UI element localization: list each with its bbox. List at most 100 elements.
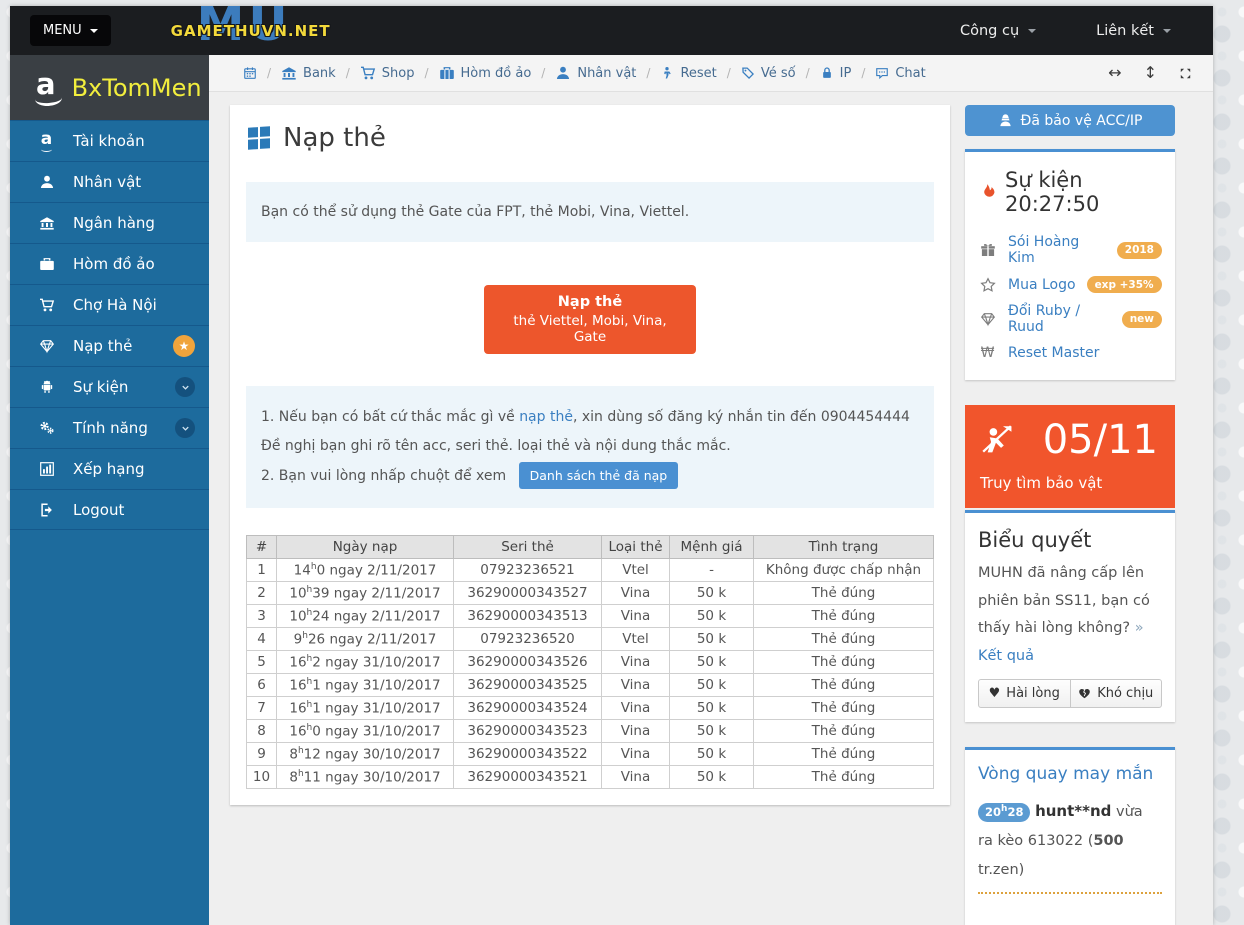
instructions-box: 1. Nếu bạn có bất cứ thắc mắc gì về nạp …: [246, 386, 934, 508]
cart-icon: [37, 297, 56, 313]
cell-status: Thẻ đúng: [754, 582, 934, 605]
breadcrumb-separator: /: [806, 66, 810, 80]
user-icon: [37, 174, 56, 190]
sidebar-item-su-kien[interactable]: Sự kiện: [10, 366, 209, 407]
tools-dropdown-label: Công cụ: [960, 23, 1019, 39]
breadcrumb-label: Vé số: [761, 66, 796, 81]
fullscreen-control[interactable]: [1168, 67, 1203, 80]
cell-date: 16h2 ngay 31/10/2017: [277, 651, 454, 674]
instruction-line-3: 2. Bạn vui lòng nhấp chuột để xem Danh s…: [261, 462, 919, 491]
sidebar-item-nhan-vat[interactable]: Nhân vật: [10, 161, 209, 202]
breadcrumb-reset[interactable]: Reset: [660, 66, 716, 81]
cell-value: -: [670, 559, 754, 582]
breadcrumb-label: IP: [840, 66, 852, 81]
hunter-icon: [980, 423, 1014, 457]
lucky-amount: 500: [1093, 833, 1123, 849]
links-dropdown-label: Liên kết: [1096, 23, 1154, 39]
sidebar-item-cho-ha-noi[interactable]: Chợ Hà Nội: [10, 284, 209, 325]
recharge-button[interactable]: Nạp thẻ thẻ Viettel, Mobi, Vina, Gate: [484, 285, 696, 354]
sidebar-item-tai-khoan[interactable]: aTài khoản: [10, 120, 209, 161]
breadcrumb-bank[interactable]: Bank: [281, 65, 336, 81]
page-title: Nạp thẻ: [246, 119, 934, 153]
amazon-icon: a: [37, 133, 56, 150]
breadcrumb-chat[interactable]: Chat: [875, 66, 925, 81]
breadcrumb-label: Chat: [895, 66, 925, 81]
cell-num: 5: [247, 651, 277, 674]
breadcrumb-nhan-vat[interactable]: Nhân vật: [555, 65, 636, 81]
cell-value: 50 k: [670, 582, 754, 605]
table-column-header: Tình trạng: [754, 536, 934, 559]
breadcrumb-hom-do-ao[interactable]: Hòm đồ ảo: [439, 65, 532, 81]
cell-seri: 36290000343525: [454, 674, 602, 697]
left-sidebar: a BxTomMen aTài khoảnNhân vậtNgân hàng Hò…: [10, 55, 209, 925]
table-row: 816h0 ngay 31/10/201736290000343523Vina5…: [247, 720, 934, 743]
poll-buttons: ♥Hài lòngKhó chịu: [978, 679, 1162, 708]
event-item-doi-ruby-ruud[interactable]: Đổi Ruby / Ruudnew: [978, 298, 1162, 340]
poll-button-kho-chiu[interactable]: Khó chịu: [1070, 679, 1163, 708]
right-sidebar: Đã bảo vệ ACC/IP Sự kiện 20:27:50 Sói Ho…: [965, 105, 1175, 925]
resize-vertical-control[interactable]: ↕: [1133, 65, 1168, 81]
treasure-hunt-banner[interactable]: 05/11 Truy tìm bảo vật: [965, 405, 1175, 508]
event-item-label: Đổi Ruby / Ruud: [1008, 303, 1111, 335]
poll-button-hai-long[interactable]: ♥Hài lòng: [978, 679, 1071, 708]
breadcrumb-separator: /: [727, 66, 731, 80]
caret-down-icon: [90, 29, 98, 37]
table-row: 210h39 ngay 2/11/201736290000343527Vina5…: [247, 582, 934, 605]
sidebar-item-ngan-hang[interactable]: Ngân hàng: [10, 202, 209, 243]
tools-dropdown[interactable]: Công cụ: [960, 23, 1036, 39]
recharge-link[interactable]: nạp thẻ: [519, 409, 573, 425]
card-list-button[interactable]: Danh sách thẻ đã nạp: [519, 462, 679, 489]
sidebar-item-label: Hòm đồ ảo: [73, 255, 155, 273]
event-item-mua-logo[interactable]: Mua Logoexp +35%: [978, 271, 1162, 298]
menu-button[interactable]: MENU: [30, 15, 111, 46]
event-badge: 2018: [1117, 242, 1162, 259]
sidebar-item-xep-hang[interactable]: Xếp hạng: [10, 448, 209, 489]
caret-down-icon: [1028, 29, 1036, 37]
sidebar-user-header[interactable]: a BxTomMen: [10, 55, 209, 120]
cell-status: Thẻ đúng: [754, 628, 934, 651]
poll-title: Biểu quyết: [978, 528, 1162, 552]
sidebar-item-logout[interactable]: Logout: [10, 489, 209, 530]
gem-icon: [978, 311, 997, 327]
breadcrumb-ve-so[interactable]: Vé số: [741, 66, 796, 81]
lucky-wheel-title[interactable]: Vòng quay may mắn: [978, 764, 1162, 784]
cell-type: Vtel: [602, 559, 670, 582]
breadcrumb-shop[interactable]: Shop: [360, 65, 415, 81]
cell-type: Vina: [602, 743, 670, 766]
cell-seri: 36290000343521: [454, 766, 602, 789]
event-item-soi-hoang-kim[interactable]: Sói Hoàng Kim2018: [978, 229, 1162, 271]
event-item-label: Reset Master: [1008, 345, 1099, 361]
cell-value: 50 k: [670, 605, 754, 628]
menu-button-label: MENU: [43, 23, 82, 38]
cell-num: 8: [247, 720, 277, 743]
cell-type: Vina: [602, 651, 670, 674]
sidebar-item-tinh-nang[interactable]: Tính năng: [10, 407, 209, 448]
cell-type: Vina: [602, 720, 670, 743]
arrows-h-icon: ↔: [1108, 65, 1121, 81]
table-row: 114h0 ngay 2/11/201707923236521Vtel-Khôn…: [247, 559, 934, 582]
table-row: 49h26 ngay 2/11/201707923236520Vtel50 kT…: [247, 628, 934, 651]
table-header-row: #Ngày nạpSeri thẻLoại thẻMệnh giáTình tr…: [247, 536, 934, 559]
cell-type: Vtel: [602, 628, 670, 651]
gift-icon: [978, 242, 997, 258]
cell-num: 3: [247, 605, 277, 628]
content-area: Nạp thẻ Bạn có thể sử dụng thẻ Gate của …: [209, 92, 1213, 925]
cell-type: Vina: [602, 766, 670, 789]
table-row: 98h12 ngay 30/10/201736290000343522Vina5…: [247, 743, 934, 766]
links-dropdown[interactable]: Liên kết: [1096, 23, 1171, 39]
cell-date: 16h1 ngay 31/10/2017: [277, 674, 454, 697]
sidebar-item-nap-the[interactable]: Nạp thẻ★: [10, 325, 209, 366]
event-item-reset-master[interactable]: ₩Reset Master: [978, 340, 1162, 366]
events-list: Sói Hoàng Kim2018Mua Logoexp +35%Đổi Rub…: [978, 229, 1162, 366]
breadcrumb-home[interactable]: [243, 66, 257, 80]
acc-ip-protected-button[interactable]: Đã bảo vệ ACC/IP: [965, 105, 1175, 136]
sidebar-item-hom-do-ao[interactable]: Hòm đồ ảo: [10, 243, 209, 284]
resize-horizontal-control[interactable]: ↔: [1097, 65, 1132, 81]
poll-results-link[interactable]: Kết quả: [978, 648, 1034, 664]
breadcrumb-ip[interactable]: IP: [820, 66, 852, 81]
site-logo[interactable]: MU GAMETHUVN.NET: [169, 6, 344, 55]
calendar-icon: [243, 66, 257, 80]
cell-num: 1: [247, 559, 277, 582]
table-row: 616h1 ngay 31/10/201736290000343525Vina5…: [247, 674, 934, 697]
info-box: Bạn có thể sử dụng thẻ Gate của FPT, thẻ…: [246, 182, 934, 242]
